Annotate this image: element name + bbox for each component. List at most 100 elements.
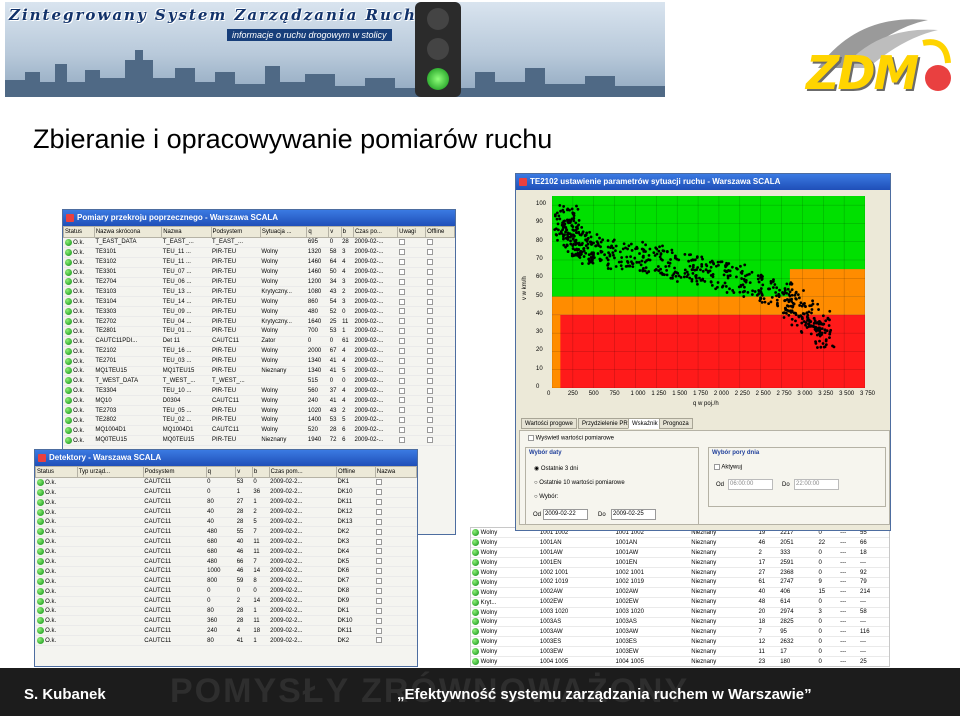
row-checkbox[interactable] — [398, 278, 405, 285]
radio-choice[interactable]: ○ Wybór: — [534, 494, 558, 500]
table-row[interactable]: O.k. CAUTC11 800 59 8 2009-02-2... DK7 — [35, 576, 417, 587]
row-checkbox[interactable] — [426, 249, 433, 256]
row-checkbox[interactable] — [426, 278, 433, 285]
time-from-input[interactable]: 06:00:00 — [728, 479, 773, 490]
row-checkbox[interactable] — [376, 617, 383, 624]
table-row[interactable]: O.k. TE2703 TEU_05 ... PIR-TEU Wolny 1020 43 2 2… — [63, 405, 455, 417]
row-checkbox[interactable] — [426, 407, 433, 414]
table-row[interactable]: Wolny 1003 1020 1003 1020 Nieznany 20 2974 3 --… — [471, 607, 889, 618]
table-row[interactable]: O.k. CAUTC11 680 46 11 2009-02-2... DK4 — [35, 546, 417, 558]
table-row[interactable]: O.k. MQ0TEU15 MQ0TEU15 PIR-TEU Nieznany 1940 7… — [63, 435, 455, 446]
row-checkbox[interactable] — [376, 498, 383, 505]
table-row[interactable]: Wolny 1003AW 1003AW Nieznany 7 95 0 --- 116 — [471, 626, 889, 638]
row-checkbox[interactable] — [398, 367, 405, 374]
row-checkbox[interactable] — [376, 607, 383, 614]
column-header[interactable]: Typ urząd... — [76, 466, 144, 478]
table-row[interactable]: O.k. CAUTC11PDI... Det 11 CAUTC11 Zator 0 0 61 2… — [63, 336, 455, 347]
row-checkbox[interactable] — [426, 338, 433, 345]
table-row[interactable]: O.k. TE3101 TEU_11 ... PIR-TEU Wolny 1320 58 3 2… — [63, 247, 455, 258]
table-row[interactable]: O.k. CAUTC11 0 2 14 2009-02-2... DK9 — [35, 596, 417, 607]
table-row[interactable]: O.k. CAUTC11 40 28 2 2009-02-2... DK12 — [35, 507, 417, 518]
row-checkbox[interactable] — [426, 239, 433, 246]
row-checkbox[interactable] — [398, 318, 405, 325]
table-row[interactable]: O.k. T_EAST_DATA T_EAST_... T_EAST_... 695 0 2… — [63, 237, 455, 248]
row-checkbox[interactable] — [398, 328, 405, 335]
row-checkbox[interactable] — [376, 508, 383, 515]
row-checkbox[interactable] — [376, 578, 383, 585]
detectors-table[interactable]: Status Typ urząd... Podsystem q v b Czas pom..… — [35, 466, 417, 647]
row-checkbox[interactable] — [426, 387, 433, 394]
table-row[interactable]: O.k. TE2802 TEU_02 ... PIR-TEU Wolny 1400 53 5 2… — [63, 415, 455, 426]
activate-check[interactable]: Aktywuj — [714, 464, 742, 471]
row-checkbox[interactable] — [426, 308, 433, 315]
table-row[interactable]: O.k. CAUTC11 680 40 11 2009-02-2... DK3 — [35, 536, 417, 548]
row-checkbox[interactable] — [398, 308, 405, 315]
row-checkbox[interactable] — [426, 436, 433, 443]
table-row[interactable]: Wolny1004 10081004 1008Nieznany33---0---… — [471, 666, 889, 667]
row-checkbox[interactable] — [376, 479, 383, 486]
radio-last-10[interactable]: ○ Ostatnie 10 wartości pomiarowe — [534, 480, 625, 486]
column-header[interactable]: Status — [63, 226, 95, 238]
column-header[interactable]: Offline — [335, 466, 376, 478]
table-row[interactable]: O.k. CAUTC11 80 28 1 2009-02-2... DK1 — [35, 606, 417, 617]
row-checkbox[interactable] — [426, 288, 433, 295]
row-checkbox[interactable] — [376, 637, 383, 644]
column-header[interactable]: Sytuacja ... — [259, 226, 308, 238]
table-row[interactable]: Wolny 1002 1019 1002 1019 Nieznany 61 2747 9 --… — [471, 577, 889, 588]
measurements-table[interactable]: Status Nazwa skrócona Nazwa Podsystem Sytuac… — [63, 226, 455, 446]
column-header[interactable]: b — [340, 226, 354, 238]
to-date-input[interactable]: 2009-02-25 — [611, 509, 656, 520]
table-row[interactable]: O.k. MQ1TEU15 MQ1TEU15 PIR-TEU Nieznany 1340 4… — [63, 366, 455, 377]
column-header[interactable]: Uwagi — [397, 226, 427, 238]
row-checkbox[interactable] — [398, 417, 405, 424]
row-checkbox[interactable] — [426, 258, 433, 265]
row-checkbox[interactable] — [426, 357, 433, 364]
row-checkbox[interactable] — [398, 298, 405, 305]
row-checkbox[interactable] — [376, 558, 383, 565]
row-checkbox[interactable] — [398, 288, 405, 295]
time-to-input[interactable]: 22:00:00 — [794, 479, 839, 490]
column-header[interactable]: q — [205, 466, 237, 478]
detectors-window[interactable]: Detektory - Warszawa SCALA Status Typ urz… — [34, 449, 418, 667]
from-date-input[interactable]: 2009-02-22 — [543, 509, 588, 520]
row-checkbox[interactable] — [398, 397, 405, 404]
column-header[interactable]: Nazwa skrócona — [93, 226, 163, 238]
row-checkbox[interactable] — [398, 436, 405, 443]
row-checkbox[interactable] — [426, 427, 433, 434]
window-titlebar[interactable]: Detektory - Warszawa SCALA — [35, 450, 417, 466]
row-checkbox[interactable] — [426, 298, 433, 305]
table-row[interactable]: O.k. TE3303 TEU_09 ... PIR-TEU Wolny 480 52 0 20… — [63, 306, 455, 318]
column-header[interactable]: Status — [35, 466, 78, 478]
row-checkbox[interactable] — [398, 407, 405, 414]
column-header[interactable]: Czas po... — [352, 226, 399, 238]
table-row[interactable]: O.k. CAUTC11 0 0 0 2009-02-2... DK8 — [35, 586, 417, 597]
tab-0[interactable]: Wartości progowe — [521, 418, 577, 429]
row-checkbox[interactable] — [376, 597, 383, 604]
table-row[interactable]: Kryt... 1002EW 1002EW Nieznany 48 614 0 --- --- — [471, 597, 889, 608]
row-checkbox[interactable] — [398, 347, 405, 354]
table-row[interactable]: Wolny 1002AW 1002AW Nieznany 40 406 15 --- 214 — [471, 587, 889, 598]
table-row[interactable]: O.k. TE2701 TEU_03 ... PIR-TEU Wolny 1340 41 4 2… — [63, 356, 455, 367]
window-titlebar[interactable]: Pomiary przekroju poprzecznego - Warszaw… — [63, 210, 455, 226]
column-header[interactable]: Nazwa — [161, 226, 212, 238]
table-row[interactable]: O.k. MQ10 D0304 CAUTC11 Wolny 240 41 4 2009-02-.… — [63, 395, 455, 407]
column-header[interactable]: v — [235, 466, 253, 478]
table-row[interactable]: O.k. CAUTC11 80 27 1 2009-02-2... DK11 — [35, 497, 417, 508]
situation-table[interactable]: Wolny 1001 1002 1001 1002 Nieznany 19 2217 0 --… — [471, 528, 889, 667]
table-row[interactable]: O.k. CAUTC11 480 66 7 2009-02-2... DK5 — [35, 556, 417, 568]
row-checkbox[interactable] — [398, 258, 405, 265]
table-row[interactable]: O.k. CAUTC11 80 41 1 2009-02-2... DK2 — [35, 635, 417, 647]
table-row[interactable]: O.k. CAUTC11 40 28 5 2009-02-2... DK13 — [35, 517, 417, 528]
table-row[interactable]: O.k. TE2102 TEU_16 ... PIR-TEU Wolny 2000 67 4 2… — [63, 346, 455, 357]
table-row[interactable]: O.k. CAUTC11 0 1 36 2009-02-2... DK10 — [35, 487, 417, 498]
radio-last-3-days[interactable]: ◉ Ostatnie 3 dni — [534, 465, 578, 472]
row-checkbox[interactable] — [426, 417, 433, 424]
table-row[interactable]: O.k. CAUTC11 360 28 11 2009-02-2... DK10 — [35, 615, 417, 627]
situation-table-window[interactable]: Wolny 1001 1002 1001 1002 Nieznany 19 2217 0 --… — [470, 527, 890, 667]
table-row[interactable]: Wolny 1003ES 1003ES Nieznany 12 2632 0 --- --- — [471, 636, 889, 648]
row-checkbox[interactable] — [426, 397, 433, 404]
column-header[interactable]: Nazwa — [374, 466, 417, 478]
table-row[interactable]: O.k. TE2704 TEU_06 ... PIR-TEU Wolny 1200 34 3 2… — [63, 277, 455, 288]
table-row[interactable]: O.k. T_WEST_DATA T_WEST_... T_WEST_... 515 0 0… — [63, 375, 455, 387]
table-row[interactable]: O.k. TE3103 TEU_13 ... PIR-TEU Krytyczny... 1… — [63, 286, 455, 298]
